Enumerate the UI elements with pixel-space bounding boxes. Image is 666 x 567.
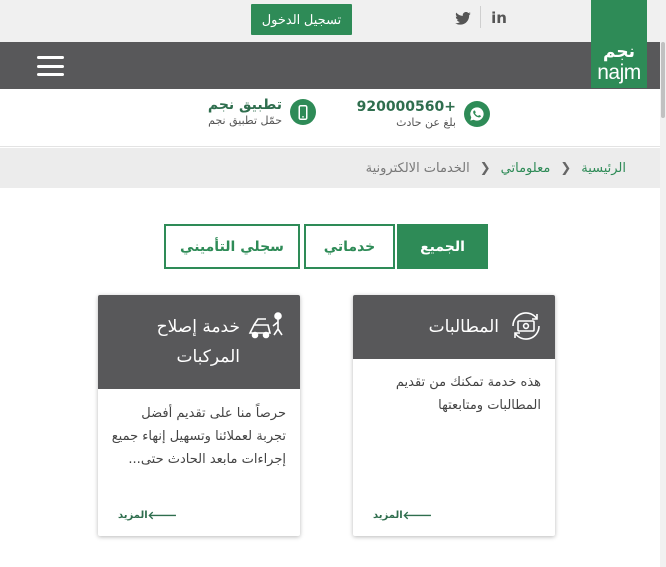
mobile-phone-icon	[290, 99, 316, 125]
whatsapp-icon	[464, 101, 490, 127]
najm-logo[interactable]: نجم najm	[591, 0, 647, 88]
chevron-left-icon: ❮	[479, 160, 491, 176]
more-label: المزيد	[118, 509, 148, 521]
card-description: حرصاً منا على تقديم أفضل تجربة لعملائنا …	[111, 406, 286, 467]
more-label: المزيد	[373, 509, 403, 521]
najm-app-contact[interactable]: تطبيق نجم حمّل تطبيق نجم	[208, 96, 316, 128]
app-title: تطبيق نجم	[207, 97, 282, 113]
claims-money-icon	[509, 309, 543, 343]
social-divider	[480, 6, 481, 28]
car-repair-icon	[248, 309, 288, 343]
breadcrumb-current: الخدمات الالكترونية	[365, 160, 470, 176]
more-link[interactable]: المزيد 🡐	[118, 508, 191, 522]
contact-bar	[0, 89, 660, 147]
more-link[interactable]: المزيد 🡐	[373, 508, 446, 522]
logo-latin: najm	[597, 61, 641, 84]
scroll-thumb[interactable]	[661, 42, 665, 118]
twitter-icon[interactable]	[454, 8, 472, 28]
linkedin-icon[interactable]: in	[489, 8, 509, 28]
card-title: خدمة إصلاح المركبات	[156, 317, 240, 367]
card-header: خدمة إصلاح المركبات	[98, 295, 300, 389]
main-navbar	[0, 42, 660, 89]
report-accident-contact[interactable]: 920000560+ بلغ عن حادث	[357, 98, 490, 130]
page-scrollbar[interactable]	[660, 0, 666, 567]
app-caption: حمّل تطبيق نجم	[208, 114, 282, 127]
breadcrumb: الرئيسية ❮ معلوماتي ❮ الخدمات الالكتروني…	[0, 148, 660, 188]
chevron-left-icon: ❮	[560, 160, 572, 176]
service-card-vehicle-repair[interactable]: خدمة إصلاح المركبات حرصاً منا على تقديم …	[98, 295, 300, 536]
breadcrumb-home[interactable]: الرئيسية	[581, 161, 626, 176]
filter-all-button[interactable]: الجميع	[397, 224, 488, 269]
phone-caption: بلغ عن حادث	[396, 116, 456, 129]
card-title: المطالبات	[428, 317, 499, 337]
filter-insurance-record-button[interactable]: سجلي التأميني	[164, 224, 300, 269]
hamburger-icon[interactable]	[37, 56, 64, 76]
service-card-claims[interactable]: المطالبات هذه خدمة تمكنك من تقديم المطال…	[353, 295, 555, 536]
breadcrumb-info[interactable]: معلوماتي	[501, 161, 551, 176]
arrow-left-icon: 🡐	[147, 509, 178, 522]
filter-my-services-button[interactable]: خدماتي	[304, 224, 395, 269]
login-button[interactable]: تسجيل الدخول	[251, 4, 352, 35]
card-description: هذه خدمة تمكنك من تقديم المطالبات ومتابع…	[395, 375, 541, 413]
logo-arabic: نجم	[603, 42, 635, 62]
arrow-left-icon: 🡐	[402, 509, 433, 522]
card-header: المطالبات	[353, 295, 555, 359]
phone-number: 920000560+	[356, 99, 456, 115]
